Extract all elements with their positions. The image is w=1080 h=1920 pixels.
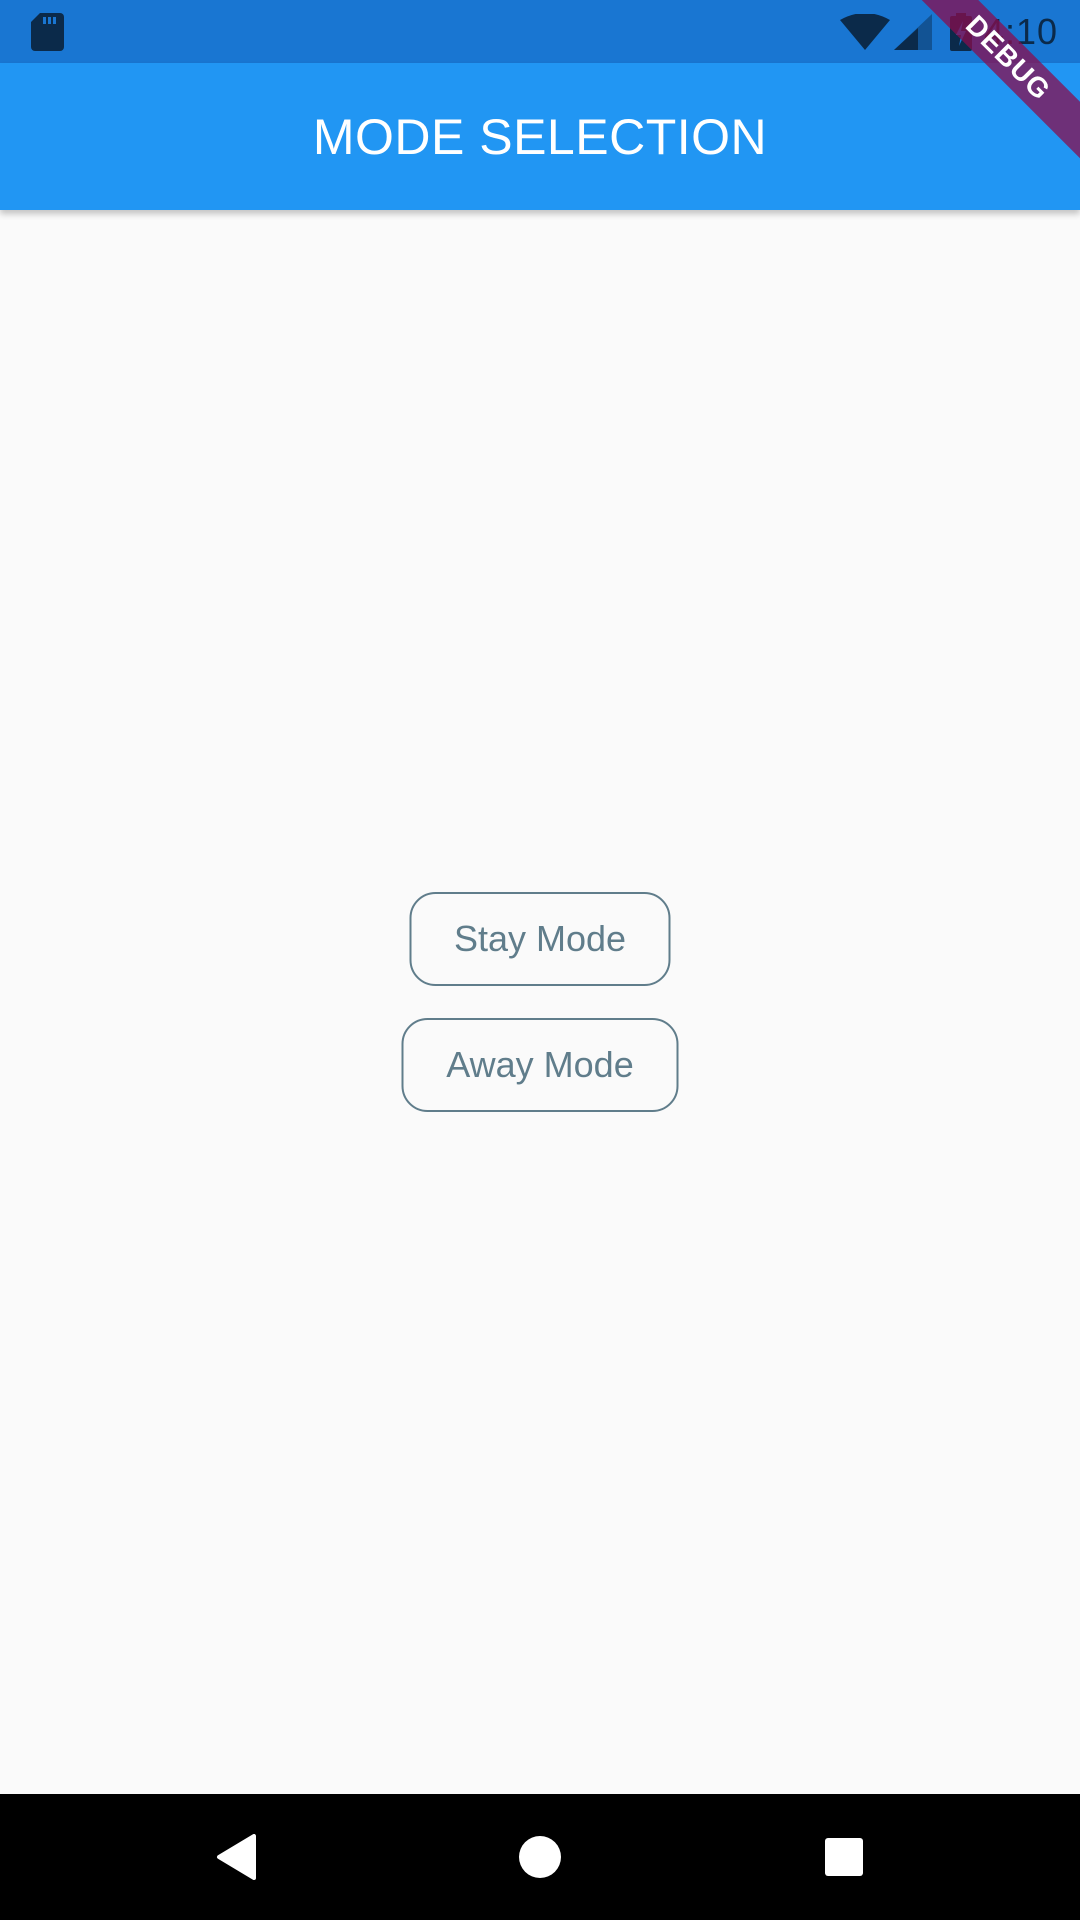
page-title: MODE SELECTION (312, 108, 768, 165)
stay-mode-button[interactable]: Stay Mode (409, 892, 671, 986)
away-mode-button[interactable]: Away Mode (401, 1018, 679, 1112)
recent-apps-button[interactable] (804, 1794, 884, 1920)
home-icon (519, 1836, 561, 1878)
status-icons: 4:10 (839, 0, 1058, 63)
status-bar: 4:10 (0, 0, 1080, 63)
mode-selection-content: Stay Mode Away Mode (0, 210, 1080, 1794)
sd-card-icon (31, 13, 64, 51)
recent-apps-icon (825, 1838, 863, 1876)
wifi-icon (839, 13, 890, 50)
status-time: 4:10 (983, 10, 1058, 52)
navigation-bar (0, 1794, 1080, 1920)
back-button[interactable] (196, 1794, 276, 1920)
back-icon (217, 1834, 256, 1880)
signal-icon (893, 13, 932, 50)
home-button[interactable] (500, 1794, 580, 1920)
app-bar: MODE SELECTION (0, 63, 1080, 210)
battery-charging-icon (949, 12, 972, 51)
